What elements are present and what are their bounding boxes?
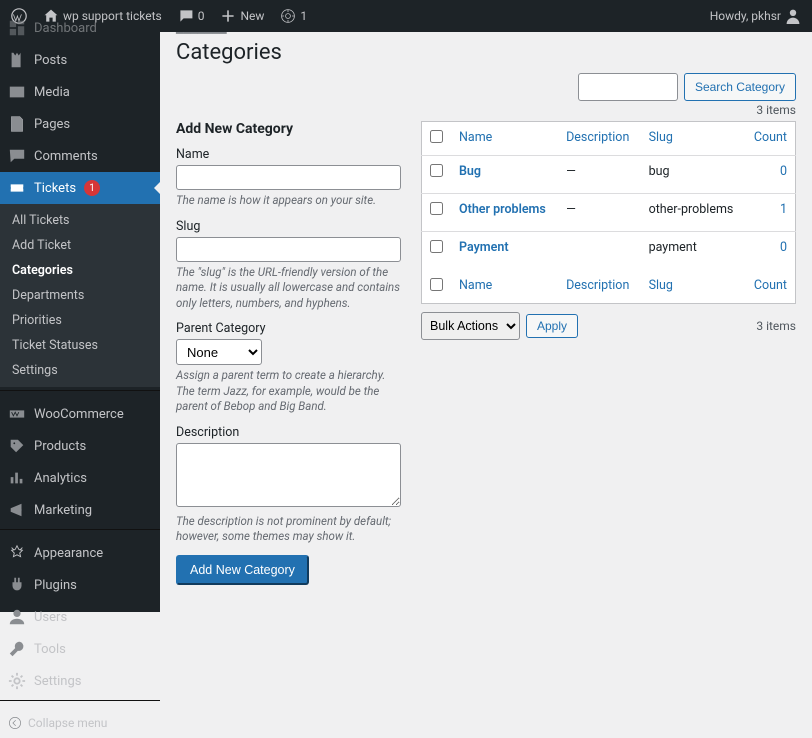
items-count-bottom: 3 items bbox=[756, 319, 796, 333]
row-name-link[interactable]: Bug bbox=[459, 164, 481, 179]
col-description[interactable]: Description bbox=[566, 130, 629, 145]
row-slug: payment bbox=[641, 232, 746, 270]
menu-users[interactable]: Users bbox=[0, 601, 160, 633]
select-all-bottom[interactable] bbox=[430, 278, 443, 291]
user-count[interactable]: 1 bbox=[273, 0, 314, 32]
row-count-link[interactable]: 1 bbox=[780, 202, 787, 217]
row-description bbox=[558, 232, 641, 270]
table-row: Bug —bug 0 bbox=[422, 156, 796, 194]
new-link[interactable]: New bbox=[213, 0, 271, 32]
row-name-link[interactable]: Payment bbox=[459, 240, 509, 255]
admin-sidebar: DashboardPostsMediaPagesCommentsTickets1… bbox=[0, 32, 160, 612]
comments-link[interactable]: 0 bbox=[171, 0, 212, 32]
menu-pages[interactable]: Pages bbox=[0, 108, 160, 140]
col-name[interactable]: Name bbox=[459, 130, 492, 145]
submit-button[interactable]: Add New Category bbox=[176, 555, 309, 585]
bulk-actions-select[interactable]: Bulk Actions bbox=[421, 312, 520, 340]
collapse-menu[interactable]: Collapse menu bbox=[0, 708, 160, 738]
apply-button[interactable]: Apply bbox=[526, 314, 578, 338]
user-greeting[interactable]: Howdy, pkhsr bbox=[703, 0, 808, 32]
search-input[interactable] bbox=[578, 73, 678, 101]
menu-comments[interactable]: Comments bbox=[0, 140, 160, 172]
name-label: Name bbox=[176, 147, 401, 162]
row-slug: bug bbox=[641, 156, 746, 194]
form-heading: Add New Category bbox=[176, 121, 401, 137]
col-slug-foot[interactable]: Slug bbox=[649, 278, 673, 293]
page-title: Categories bbox=[176, 40, 796, 65]
table-row: Other problems —other-problems 1 bbox=[422, 194, 796, 232]
submenu-departments[interactable]: Departments bbox=[0, 283, 160, 308]
slug-label: Slug bbox=[176, 219, 401, 234]
submenu-all-tickets[interactable]: All Tickets bbox=[0, 208, 160, 233]
items-count-top: 3 items bbox=[176, 103, 796, 117]
categories-table: Name Description Slug Count Bug —bug 0 Othe… bbox=[421, 121, 796, 304]
select-all-top[interactable] bbox=[430, 130, 443, 143]
parent-select[interactable]: None bbox=[176, 339, 262, 365]
menu-media[interactable]: Media bbox=[0, 76, 160, 108]
name-desc: The name is how it appears on your site. bbox=[176, 193, 401, 209]
table-row: Payment payment 0 bbox=[422, 232, 796, 270]
menu-marketing[interactable]: Marketing bbox=[0, 494, 160, 526]
submenu-ticket-statuses[interactable]: Ticket Statuses bbox=[0, 333, 160, 358]
col-description-foot[interactable]: Description bbox=[566, 278, 629, 293]
menu-dashboard[interactable]: Dashboard bbox=[0, 12, 160, 44]
name-input[interactable] bbox=[176, 165, 401, 190]
col-name-foot[interactable]: Name bbox=[459, 278, 492, 293]
parent-desc: Assign a parent term to create a hierarc… bbox=[176, 368, 401, 415]
menu-appearance[interactable]: Appearance bbox=[0, 537, 160, 569]
row-checkbox[interactable] bbox=[430, 164, 443, 177]
menu-tickets[interactable]: Tickets1 bbox=[0, 172, 160, 204]
col-slug[interactable]: Slug bbox=[649, 130, 673, 145]
menu-plugins[interactable]: Plugins bbox=[0, 569, 160, 601]
menu-settings[interactable]: Settings bbox=[0, 665, 160, 697]
row-checkbox[interactable] bbox=[430, 202, 443, 215]
desc-label: Description bbox=[176, 425, 401, 440]
main-content: ━━━━━━━ Categories Search Category 3 ite… bbox=[160, 32, 812, 612]
row-count-link[interactable]: 0 bbox=[780, 164, 787, 179]
submenu-categories[interactable]: Categories bbox=[0, 258, 160, 283]
row-description: — bbox=[558, 156, 641, 194]
col-count-foot[interactable]: Count bbox=[754, 278, 787, 293]
menu-analytics[interactable]: Analytics bbox=[0, 462, 160, 494]
submenu-priorities[interactable]: Priorities bbox=[0, 308, 160, 333]
row-count-link[interactable]: 0 bbox=[780, 240, 787, 255]
slug-input[interactable] bbox=[176, 237, 401, 262]
menu-tools[interactable]: Tools bbox=[0, 633, 160, 665]
menu-products[interactable]: Products bbox=[0, 430, 160, 462]
parent-label: Parent Category bbox=[176, 321, 401, 336]
row-slug: other-problems bbox=[641, 194, 746, 232]
desc-desc: The description is not prominent by defa… bbox=[176, 514, 401, 545]
cut-dashboard-text: ━━━━━━━ bbox=[176, 32, 796, 40]
submenu-add-ticket[interactable]: Add Ticket bbox=[0, 233, 160, 258]
row-description: — bbox=[558, 194, 641, 232]
menu-woocommerce[interactable]: WooCommerce bbox=[0, 398, 160, 430]
col-count[interactable]: Count bbox=[754, 130, 787, 145]
search-button[interactable]: Search Category bbox=[684, 73, 796, 101]
slug-desc: The "slug" is the URL-friendly version o… bbox=[176, 265, 401, 312]
submenu-settings[interactable]: Settings bbox=[0, 358, 160, 383]
menu-posts[interactable]: Posts bbox=[0, 44, 160, 76]
row-checkbox[interactable] bbox=[430, 240, 443, 253]
desc-textarea[interactable] bbox=[176, 443, 401, 507]
row-name-link[interactable]: Other problems bbox=[459, 202, 546, 217]
